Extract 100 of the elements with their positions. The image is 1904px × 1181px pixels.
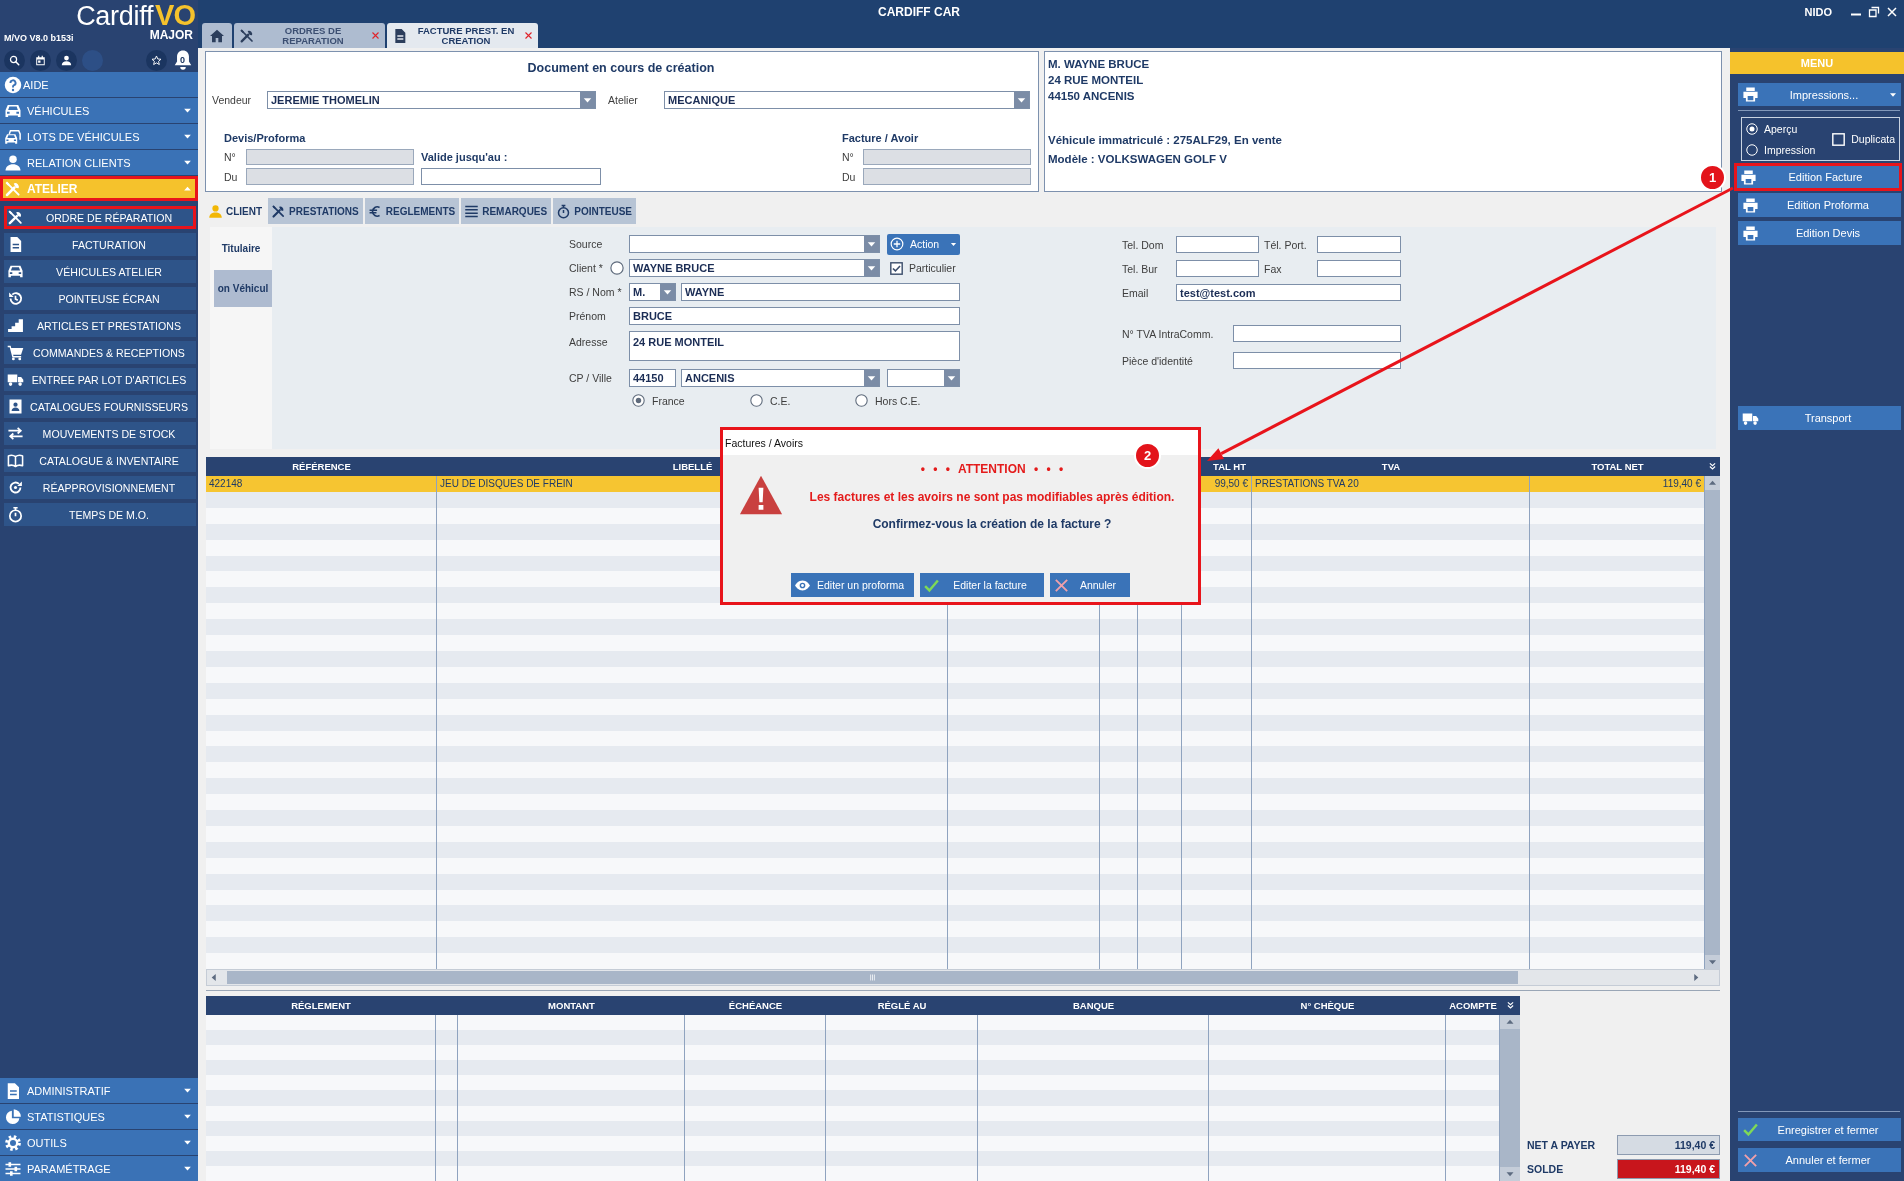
postcode-field[interactable]: 44150 bbox=[629, 369, 676, 387]
tab[interactable] bbox=[202, 23, 232, 48]
document-title: Document en cours de création bbox=[527, 60, 715, 77]
total-label: NET A PAYER bbox=[1527, 1139, 1597, 1151]
menu-item[interactable]: RELATION CLIENTS bbox=[0, 150, 198, 175]
printer-icon bbox=[1742, 196, 1759, 214]
save-close-button[interactable]: Enregistrer et fermer bbox=[1738, 1118, 1901, 1141]
cancel-close-button[interactable]: Annuler et fermer bbox=[1738, 1148, 1901, 1172]
menu-button[interactable]: Edition Proforma bbox=[1738, 193, 1901, 217]
stopwatch-icon bbox=[7, 506, 24, 523]
radio-button[interactable] bbox=[632, 394, 645, 407]
menu-item[interactable]: OUTILS bbox=[0, 1130, 198, 1155]
circular-arrow-icon bbox=[7, 479, 24, 496]
confirm-button[interactable]: Editer la facture bbox=[920, 573, 1044, 597]
tab[interactable]: ORDRES DE REPARATION bbox=[234, 23, 385, 48]
address-field[interactable]: 24 RUE MONTEIL bbox=[629, 331, 960, 361]
first-name-field[interactable]: BRUCE bbox=[629, 307, 960, 325]
logo-accent-text: VO bbox=[155, 1, 195, 29]
transport-button[interactable]: Transport bbox=[1738, 406, 1901, 430]
side-tab[interactable]: on Véhicul bbox=[214, 270, 272, 307]
dropdown-field[interactable] bbox=[887, 369, 960, 387]
workshop-dropdown[interactable]: MECANIQUE bbox=[664, 91, 1030, 109]
radio-button[interactable] bbox=[610, 261, 624, 275]
tab[interactable]: PRESTATIONS bbox=[268, 198, 363, 224]
restore-icon[interactable] bbox=[1868, 5, 1880, 18]
double-chevron-icon[interactable] bbox=[1505, 1001, 1515, 1010]
menu-item[interactable]: LOTS DE VÉHICULES bbox=[0, 124, 198, 149]
horizontal-scrollbar[interactable] bbox=[206, 969, 1720, 986]
vertical-scrollbar[interactable] bbox=[1500, 1015, 1520, 1181]
tab[interactable]: REMARQUES bbox=[461, 198, 552, 224]
submenu-item[interactable]: CATALOGUES FOURNISSEURS bbox=[4, 395, 196, 418]
menu-item[interactable]: AIDE bbox=[0, 72, 198, 97]
tab[interactable]: POINTEUSE bbox=[553, 198, 636, 224]
column-header[interactable]: TVA bbox=[1252, 457, 1530, 476]
menu-item[interactable]: STATISTIQUES bbox=[0, 1104, 198, 1129]
person-icon bbox=[4, 153, 22, 172]
submenu-item[interactable]: VÉHICULES ATELIER bbox=[4, 260, 196, 283]
column-header[interactable]: RÉFÉRENCE bbox=[206, 457, 437, 476]
submenu-item[interactable]: RÉAPPROVISIONNEMENT bbox=[4, 476, 196, 499]
preview-button[interactable]: Editer un proforma bbox=[791, 573, 914, 597]
submenu-item[interactable]: MOUVEMENTS DE STOCK bbox=[4, 422, 196, 445]
submenu-item[interactable]: ENTREE PAR LOT D'ARTICLES bbox=[4, 368, 196, 391]
person-icon[interactable] bbox=[56, 49, 77, 71]
column-header[interactable]: TOTAL NET bbox=[1530, 457, 1705, 476]
column-header[interactable]: MONTANT bbox=[458, 996, 685, 1015]
email-field[interactable]: test@test.com bbox=[1176, 284, 1401, 301]
field-label: Client * bbox=[569, 262, 603, 274]
submenu-item[interactable]: POINTEUSE ÉCRAN bbox=[4, 287, 196, 310]
column-header[interactable]: BANQUE bbox=[978, 996, 1209, 1015]
print-button[interactable]: Impressions... bbox=[1738, 83, 1901, 106]
fax-field[interactable] bbox=[1317, 260, 1401, 277]
submenu-item[interactable]: COMMANDES & RECEPTIONS bbox=[4, 341, 196, 364]
mobile-phone-field[interactable] bbox=[1317, 236, 1401, 253]
side-tab[interactable]: Titulaire bbox=[210, 227, 272, 270]
radio-button[interactable] bbox=[750, 394, 763, 407]
column-header[interactable]: N° CHÈQUE bbox=[1209, 996, 1446, 1015]
scroll-down-icon[interactable] bbox=[1500, 1167, 1520, 1181]
vat-number-field[interactable] bbox=[1233, 325, 1401, 342]
column-header[interactable]: ÉCHÉANCE bbox=[685, 996, 826, 1015]
scroll-down-icon[interactable] bbox=[1705, 955, 1720, 969]
column-header[interactable]: RÉGLEMENT bbox=[206, 996, 436, 1015]
radio-button[interactable] bbox=[855, 394, 868, 407]
submenu-item[interactable]: CATALOGUE & INVENTAIRE bbox=[4, 449, 196, 472]
city-dropdown[interactable]: ANCENIS bbox=[681, 369, 880, 387]
submenu-item[interactable]: TEMPS DE M.O. bbox=[4, 503, 196, 526]
menu-item[interactable]: VÉHICULES bbox=[0, 98, 198, 123]
source-dropdown[interactable] bbox=[629, 235, 880, 253]
column-header[interactable]: RÉGLÉ AU bbox=[826, 996, 978, 1015]
id-document-field[interactable] bbox=[1233, 352, 1401, 369]
valid-until-field[interactable] bbox=[421, 168, 601, 185]
search-icon[interactable] bbox=[4, 49, 25, 71]
checkbox[interactable] bbox=[890, 261, 903, 275]
last-name-field[interactable]: WAYNE bbox=[681, 283, 960, 301]
tab[interactable]: FACTURE PREST. EN CREATION bbox=[387, 23, 538, 48]
menu-item[interactable]: PARAMÉTRAGE bbox=[0, 1156, 198, 1181]
menu-item[interactable]: ADMINISTRATIF bbox=[0, 1078, 198, 1103]
scroll-up-icon[interactable] bbox=[1705, 476, 1720, 490]
scroll-up-icon[interactable] bbox=[1500, 1015, 1520, 1029]
tab[interactable]: REGLEMENTS bbox=[364, 198, 460, 224]
column-header[interactable]: ACOMPTE bbox=[1446, 996, 1500, 1015]
menu-button[interactable]: Edition Facture bbox=[1734, 163, 1902, 191]
submenu-item[interactable]: FACTURATION bbox=[4, 233, 196, 256]
stopwatch-icon bbox=[556, 203, 572, 219]
double-chevron-icon[interactable] bbox=[1708, 462, 1717, 471]
cancel-button[interactable]: Annuler bbox=[1050, 573, 1130, 597]
menu-button[interactable]: Edition Devis bbox=[1738, 221, 1901, 245]
history-icon bbox=[7, 290, 24, 307]
client-dropdown[interactable]: WAYNE BRUCE bbox=[629, 259, 880, 277]
vertical-scrollbar[interactable] bbox=[1705, 476, 1720, 969]
submenu-item[interactable]: ORDRE DE RÉPARATION bbox=[4, 206, 196, 229]
work-phone-field[interactable] bbox=[1176, 260, 1259, 277]
action-button[interactable]: Action bbox=[887, 233, 960, 255]
submenu-item[interactable]: ARTICLES ET PRESTATIONS bbox=[4, 314, 196, 337]
seller-dropdown[interactable]: JEREMIE THOMELIN bbox=[267, 91, 596, 109]
field-label: Du bbox=[224, 170, 238, 183]
civility-dropdown[interactable]: M. bbox=[629, 283, 676, 301]
calendar-icon[interactable] bbox=[30, 49, 51, 71]
section-title: Devis/Proforma bbox=[224, 132, 306, 144]
bell-icon[interactable] bbox=[172, 49, 194, 71]
home-phone-field[interactable] bbox=[1176, 236, 1259, 253]
